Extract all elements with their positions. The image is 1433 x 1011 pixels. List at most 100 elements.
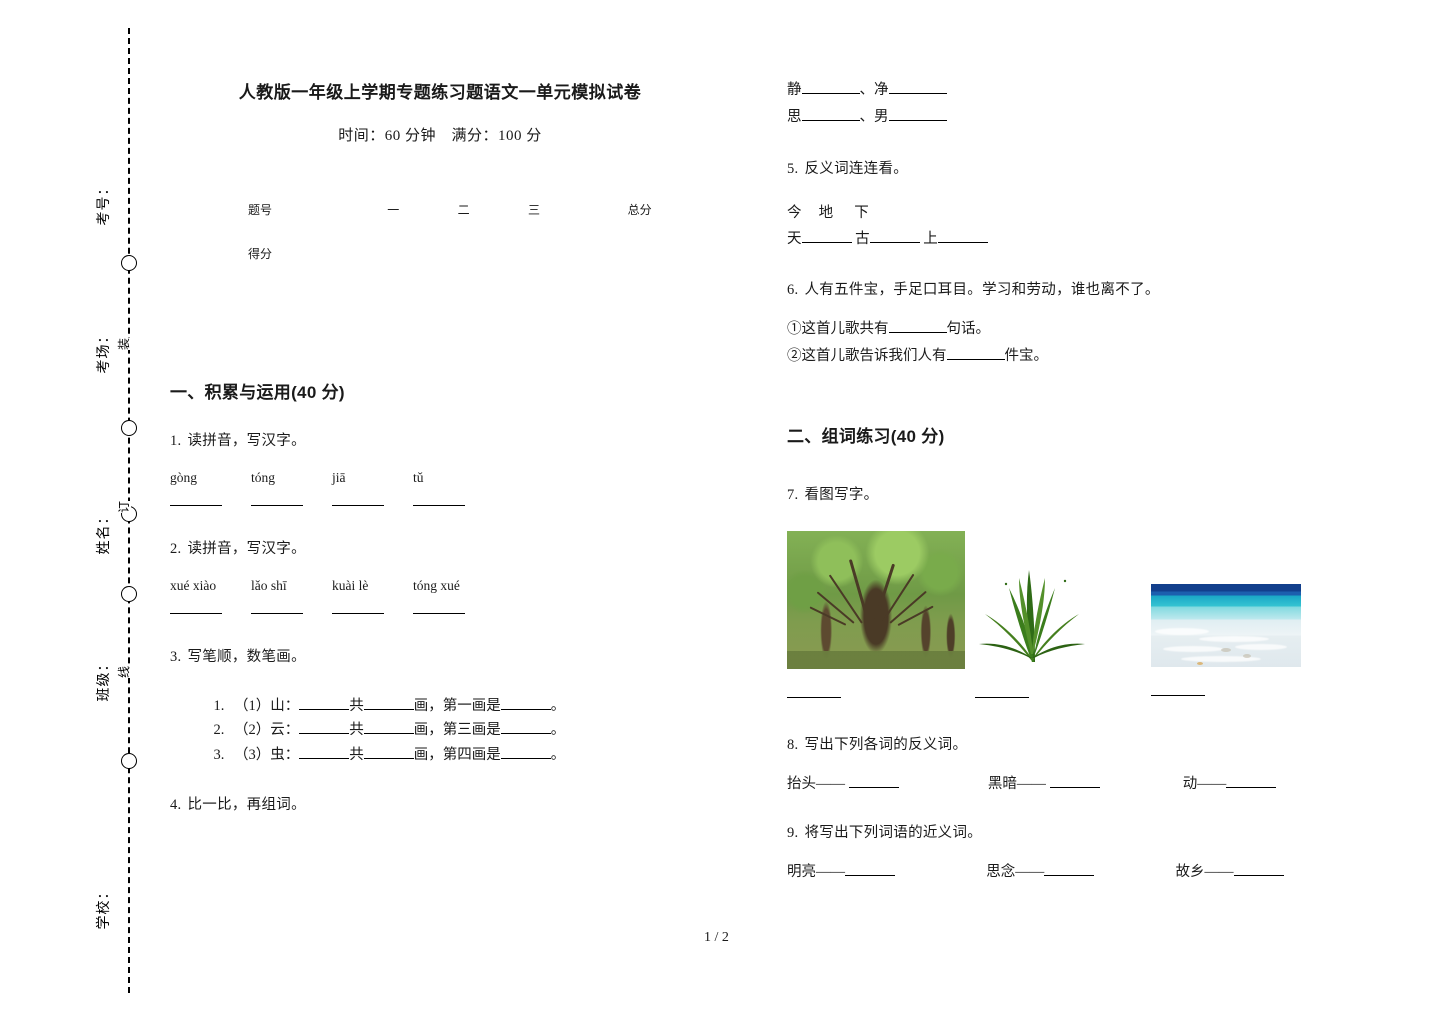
question-3-text: 写笔顺，数笔画。 [187,649,306,665]
answer-blank[interactable] [801,108,860,122]
answer-blank[interactable] [363,721,414,735]
answer-blank[interactable] [1049,775,1100,788]
question-5-matching-area: 今 地 下 天 古 上 [787,200,1327,252]
pair-separator: 、 [859,109,875,126]
score-table-col-3: 三 [528,203,541,217]
pinyin-label: tóng xué [413,578,460,593]
question-6-sub-1: ①这首儿歌共有 句话。 [787,317,1327,342]
answer-blank[interactable] [413,494,465,506]
answer-blank[interactable] [787,686,841,698]
grass-plant-illustration [979,569,1085,662]
question-6-sub-2-pre: ②这首儿歌告诉我们人有 [787,348,947,365]
match-word-bottom[interactable]: 天 [787,226,802,252]
question-8-number: 8. [787,736,799,753]
margin-label-student-name: 姓名： [95,509,111,555]
table-row: 得分 [170,226,710,280]
question-2: 2. 读拼音，写汉字。 [170,537,710,558]
answer-blank[interactable] [801,81,860,94]
answer-blank[interactable] [888,108,947,122]
answer-blank[interactable] [869,230,920,243]
question-4-number: 4. [170,797,182,814]
score-table-col-1: 一 [387,203,400,217]
question-5: 5. 反义词连连看。 [787,157,1327,178]
score-table-row-label-score: 得分 [248,246,273,261]
exam-meta-subtitle: 时间：60 分钟 满分：100 分 [338,128,542,144]
answer-blank[interactable] [299,697,350,710]
stroke-item-after: 画，第三画是 [413,722,501,739]
answer-blank[interactable] [500,746,551,759]
answer-blank[interactable] [1044,863,1095,877]
answer-blank[interactable] [500,697,551,710]
stroke-item-label: （1）山： [234,698,300,714]
question-9-text: 将写出下列词语的近义词。 [804,825,983,842]
answer-blank[interactable] [888,320,947,333]
list-item: （3）虫： 共 画，第四画是 。 [228,743,710,767]
match-word-bottom[interactable]: 上 [923,226,938,252]
answer-blank[interactable] [299,721,350,735]
answer-blank[interactable] [170,494,222,506]
answer-blank[interactable] [975,686,1029,698]
score-cell[interactable] [358,226,428,280]
match-word-top[interactable]: 今 [787,200,815,226]
match-word-bottom[interactable]: 古 [855,226,870,252]
stroke-item-end: 。 [550,722,566,739]
score-cell[interactable] [569,226,710,280]
answer-blank[interactable] [1233,863,1284,877]
answer-blank[interactable] [946,347,1005,361]
pair-char-a: 静 [787,82,802,98]
answer-blank[interactable] [251,494,303,506]
answer-blank[interactable] [500,721,551,735]
answer-blank[interactable] [170,602,222,614]
score-cell[interactable] [499,226,569,280]
stroke-item-mid: 共 [349,722,364,739]
right-column: 静、净 思、男 5. 反义词连连看。 今 地 下 天 古 上 6. 人有五件宝，手足… [787,0,1327,885]
question-9-answer-row: 明亮—— 思念—— 故乡—— [787,860,1327,885]
question-6-sub-1-pre: ①这首儿歌共有 [787,320,889,337]
answer-blank[interactable] [1226,775,1277,788]
answer-blank[interactable] [299,746,350,759]
question-5-top-row: 今 地 下 [787,200,1327,226]
answer-blank[interactable] [332,602,384,614]
stroke-item-mid: 共 [349,746,364,763]
pinyin-label: xué xiào [170,578,217,593]
question-9-number: 9. [787,825,799,842]
question-6: 6. 人有五件宝，手足口耳目。学习和劳动，谁也离不了。 [787,278,1327,299]
question-4-text: 比一比，再组词。 [187,797,306,814]
match-word-top[interactable]: 地 [819,200,851,226]
question-2-number: 2. [170,541,182,557]
answer-blank[interactable] [413,602,465,614]
question-2-answer-row [170,601,710,619]
score-table-row-label: 题号 [248,203,273,217]
table-row: 题号 一 二 三 总分 [170,193,710,226]
picture-cell-beach [1151,583,1317,703]
question-3: 3. 写笔顺，数笔画。 [170,645,710,666]
answer-blank[interactable] [332,494,384,506]
pair-char-b: 净 [874,82,889,98]
answer-blank[interactable] [1151,684,1205,696]
picture-caption-blank-grass [975,685,1141,703]
score-cell[interactable] [428,226,498,280]
stroke-item-mid: 共 [349,698,364,714]
answer-blank[interactable] [888,81,947,94]
question-1-number: 1. [170,433,182,449]
synonym-prompt: 明亮—— [787,864,845,881]
score-table-col-total: 总分 [627,203,652,217]
pair-char-a: 思 [787,109,802,126]
stroke-item-label: （3）虫： [234,746,300,763]
answer-blank[interactable] [801,230,852,243]
binding-hole [121,420,137,436]
question-2-pinyin-row: xué xiào lǎo shī kuài lè tóng xué [170,578,710,594]
match-word-top[interactable]: 下 [854,200,869,226]
stroke-item-after: 画，第一画是 [413,698,501,714]
answer-blank[interactable] [251,602,303,614]
answer-blank[interactable] [937,230,988,243]
answer-blank[interactable] [848,775,899,788]
stroke-item-after: 画，第四画是 [413,746,501,763]
margin-label-exam-room: 考场： [95,328,111,374]
pinyin-label: tǔ [413,470,424,485]
answer-blank[interactable] [845,863,895,877]
answer-blank[interactable] [363,746,414,759]
answer-blank[interactable] [363,697,414,710]
question-8-answer-row: 抬头—— 黑暗—— 动—— [787,772,1327,797]
score-table-col-2: 二 [457,203,470,217]
